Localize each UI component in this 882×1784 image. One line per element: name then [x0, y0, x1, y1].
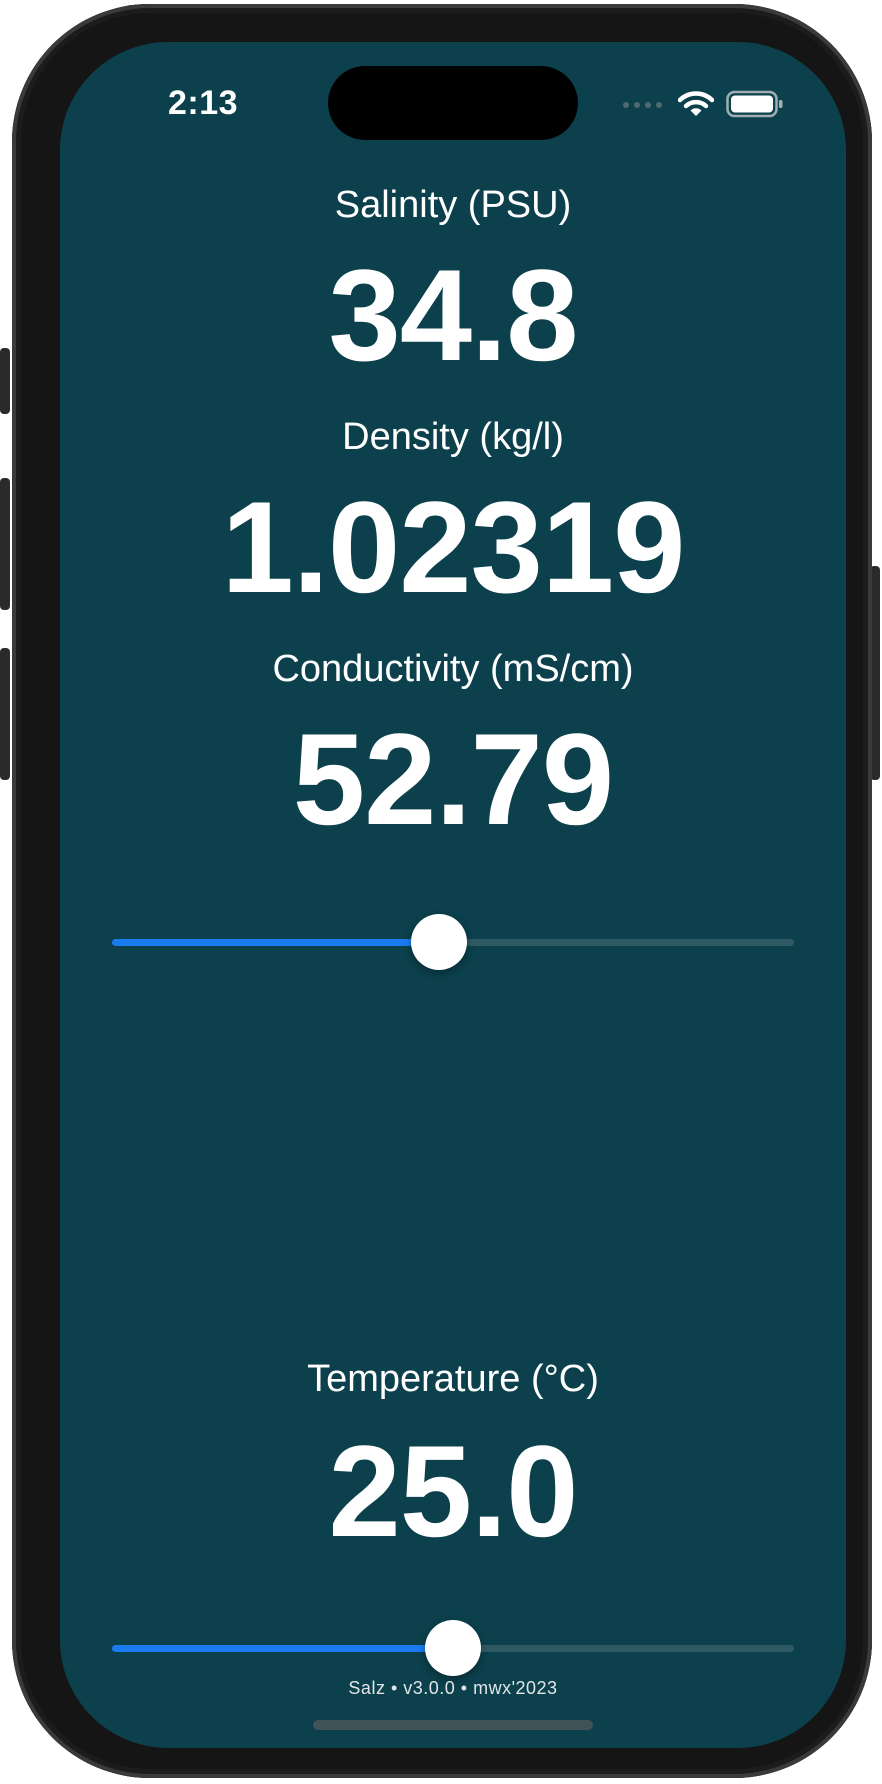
- slider-thumb[interactable]: [425, 1620, 481, 1676]
- status-time: 2:13: [168, 84, 239, 122]
- density-label: Density (kg/l): [342, 416, 564, 458]
- salinity-slider[interactable]: [112, 914, 794, 970]
- conductivity-value: 52.79: [292, 706, 614, 852]
- app-version-footer: Salz • v3.0.0 • mwx'2023: [348, 1678, 558, 1698]
- phone-frame: 2:13 Salinity (PSU) 34.8 Density (kg/l): [12, 4, 872, 1778]
- conductivity-label: Conductivity (mS/cm): [272, 648, 634, 690]
- app-screen: 2:13 Salinity (PSU) 34.8 Density (kg/l): [60, 42, 846, 1748]
- volume-down-button: [0, 648, 10, 780]
- temperature-value: 25.0: [328, 1418, 578, 1564]
- silent-switch: [0, 348, 10, 414]
- dynamic-island: [328, 66, 578, 140]
- wifi-icon: [678, 91, 714, 116]
- home-indicator[interactable]: [313, 1720, 593, 1730]
- status-icons: [622, 90, 792, 120]
- salinity-label: Salinity (PSU): [334, 184, 572, 226]
- temperature-slider[interactable]: [112, 1620, 794, 1676]
- slider-fill: [112, 939, 440, 946]
- battery-icon: [726, 90, 783, 118]
- volume-up-button: [0, 478, 10, 610]
- salinity-value: 34.8: [328, 242, 578, 388]
- density-value: 1.02319: [221, 474, 686, 620]
- slider-fill: [112, 1645, 453, 1652]
- slider-thumb[interactable]: [411, 914, 468, 970]
- signal-dots-icon: [623, 102, 662, 108]
- temperature-label: Temperature (°C): [307, 1358, 599, 1400]
